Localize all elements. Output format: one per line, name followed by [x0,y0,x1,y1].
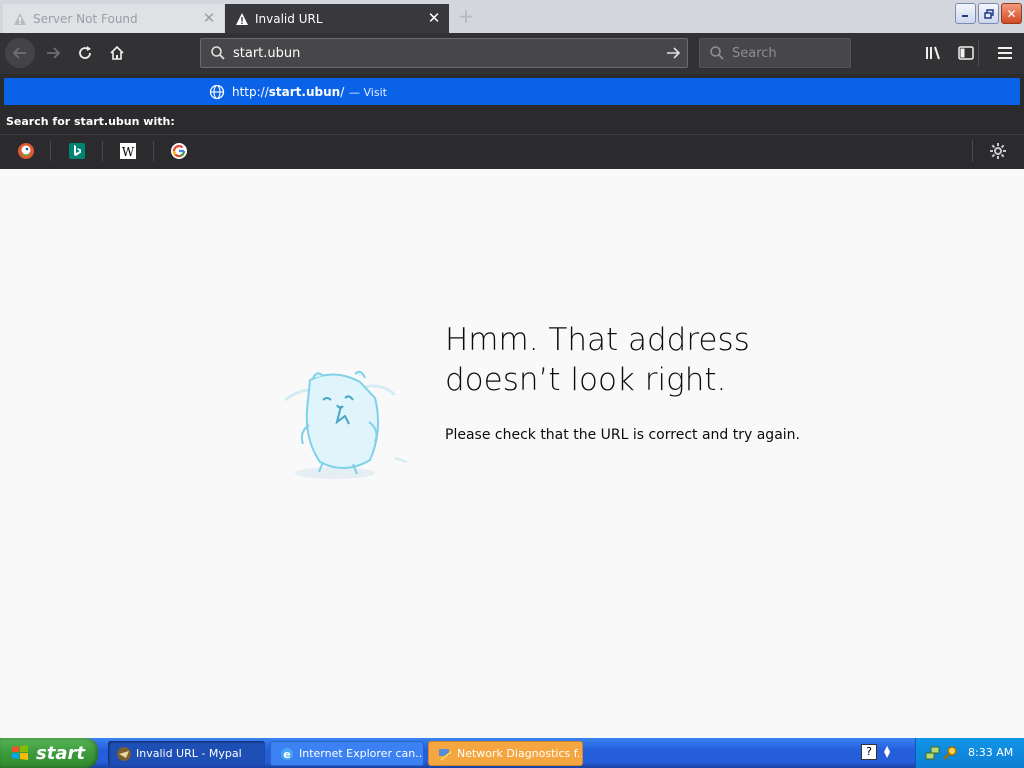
url-highlight: start.ubun [268,85,341,99]
url-bar[interactable]: start.ubun [200,38,688,68]
engine-separator [50,141,51,161]
go-arrow-icon[interactable] [665,45,681,61]
taskbar-item-label: Internet Explorer can... [299,747,424,760]
reload-button[interactable] [71,39,99,67]
mypal-icon [117,746,131,761]
error-title: Hmm. That address doesn’t look right. [445,320,750,400]
search-for-label: Search for start.ubun with: [6,115,175,128]
hamburger-icon [998,47,1012,59]
search-box[interactable]: Search [699,38,851,68]
tab-server-not-found[interactable]: Server Not Found ✕ [3,4,224,33]
chevron-up-icon[interactable]: ▲ ▼ [884,745,890,759]
back-arrow-icon [12,47,26,59]
taskbar-item-mypal[interactable]: Invalid URL - Mypal [108,741,265,766]
tab-invalid-url[interactable]: Invalid URL ✕ [225,4,449,33]
error-illustration [265,340,415,494]
new-tab-button[interactable]: + [456,6,476,26]
error-title-line-2: doesn’t look right. [445,362,727,398]
close-tab-icon[interactable]: ✕ [427,11,441,26]
start-button[interactable]: start [0,738,98,768]
restore-button[interactable] [978,3,999,24]
menu-button[interactable] [991,39,1019,67]
svg-text:W: W [122,145,135,159]
search-icon [211,46,225,60]
globe-icon [209,84,225,100]
bing-icon[interactable] [68,142,86,160]
search-settings-button[interactable] [989,142,1007,160]
url-input-value[interactable]: start.ubun [233,46,300,61]
network-diagnostics-icon [439,748,452,761]
hamster-illustration-icon [284,370,408,479]
warning-icon [13,12,27,26]
library-icon [926,46,940,60]
search-icon [710,46,724,60]
error-description: Please check that the URL is correct and… [445,427,800,443]
taskbar-item-label: Invalid URL - Mypal [136,747,242,760]
window-controls: ✕ [955,3,1022,24]
google-icon[interactable] [170,142,188,160]
forward-arrow-icon [47,47,61,59]
reload-icon [79,46,91,59]
engine-separator [972,140,973,162]
help-icon[interactable]: ? [861,744,877,760]
taskbar-item-internet-explorer[interactable]: e Internet Explorer can... [270,741,424,766]
network-tray-icon[interactable] [925,745,941,761]
back-button[interactable] [5,38,35,68]
internet-explorer-icon: e [281,747,293,761]
wikipedia-icon[interactable]: W [119,142,137,160]
sidebar-icon [958,46,974,60]
warning-icon [235,12,249,26]
tab-label: Invalid URL [255,11,323,26]
svg-text:e: e [283,748,290,761]
start-label: start [36,742,85,764]
close-tab-icon[interactable]: ✕ [202,11,216,26]
gear-icon [990,143,1006,159]
autocomplete-action: — Visit [349,86,387,99]
tab-label: Server Not Found [33,11,138,26]
close-window-button[interactable]: ✕ [1001,3,1022,24]
engine-separator [102,141,103,161]
url-suffix: / [340,85,345,99]
autocomplete-row-visit[interactable] [4,78,1020,105]
duckduckgo-icon[interactable] [17,142,35,160]
taskbar-item-network-diagnostics[interactable]: Network Diagnostics f... [428,741,583,766]
taskbar-item-label: Network Diagnostics f... [457,747,583,760]
sidebar-button[interactable] [952,39,980,67]
windows-logo-icon [12,745,28,760]
url-prefix: http:// [232,85,269,99]
minimize-button[interactable] [955,3,976,24]
engine-separator [153,141,154,161]
library-button[interactable] [920,39,948,67]
home-button[interactable] [103,39,131,67]
error-title-line-1: Hmm. That address [445,322,750,358]
forward-button[interactable] [39,39,67,67]
toolbar-divider [978,40,979,66]
search-placeholder: Search [732,46,777,61]
clock: 8:33 AM [968,746,1014,759]
search-tray-icon[interactable] [943,745,959,761]
autocomplete-url: http://start.ubun/ [232,85,344,99]
home-icon [110,45,124,60]
